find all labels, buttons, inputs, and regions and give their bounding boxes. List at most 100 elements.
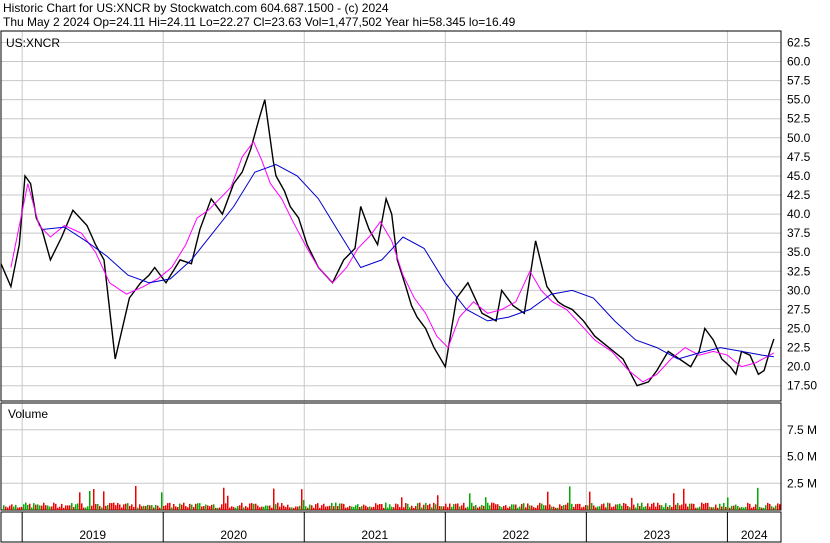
price-tick-label: 25.0 (787, 322, 811, 336)
volume-y-axis: 7.5 M 5.0 M 2.5 M (787, 423, 817, 491)
volume-bar (639, 506, 641, 510)
volume-bar (513, 504, 515, 510)
volume-bar (621, 505, 623, 510)
volume-bar (493, 502, 495, 510)
volume-bar (665, 503, 667, 510)
volume-bar (519, 506, 521, 510)
volume-bar (343, 503, 345, 510)
volume-bar (361, 506, 363, 510)
volume-bar (413, 507, 415, 510)
volume-bar (239, 505, 241, 510)
volume-bar (579, 503, 581, 510)
volume-bar (363, 504, 365, 510)
volume-bar (517, 507, 519, 510)
volume-bar (625, 503, 627, 510)
volume-bar (743, 507, 745, 510)
volume-bar (649, 506, 651, 510)
volume-bar (281, 503, 283, 510)
volume-bar (151, 505, 153, 510)
volume-bar (587, 505, 589, 510)
volume-bar (325, 506, 327, 510)
volume-bar (657, 502, 659, 510)
volume-bar (223, 487, 225, 510)
volume-bar (225, 503, 227, 510)
volume-bar (469, 493, 471, 510)
volume-bar (591, 503, 593, 510)
volume-bar (371, 507, 373, 510)
volume-bar (395, 503, 397, 510)
volume-bar (183, 502, 185, 510)
volume-bar (643, 507, 645, 510)
volume-bar (505, 505, 507, 510)
price-tick-label: 27.5 (787, 302, 811, 316)
price-tick-label: 60.0 (787, 55, 811, 69)
volume-tick-label: 7.5 M (787, 423, 817, 437)
volume-bar (427, 505, 429, 510)
volume-bar (549, 504, 551, 510)
volume-bar (709, 506, 711, 510)
volume-bar (131, 504, 133, 510)
volume-bar (403, 507, 405, 510)
volume-bar (573, 506, 575, 510)
price-tick-label: 55.0 (787, 93, 811, 107)
volume-bar (291, 507, 293, 510)
volume-bar (583, 506, 585, 510)
volume-bar (659, 504, 661, 510)
volume-bar (739, 507, 741, 510)
volume-bar (49, 506, 51, 510)
volume-bar (257, 505, 259, 510)
volume-bar (71, 503, 73, 510)
volume-bar (559, 504, 561, 510)
volume-bar (235, 507, 237, 510)
volume-bar (357, 504, 359, 510)
volume-bar (91, 505, 93, 510)
volume-bar (345, 507, 347, 510)
volume-bar (681, 504, 683, 510)
volume-bar (745, 506, 747, 510)
volume-bar (453, 504, 455, 510)
volume-bar (703, 503, 705, 510)
volume-bar (661, 505, 663, 510)
volume-bar (145, 506, 147, 510)
volume-bar (717, 507, 719, 510)
volume-bar (189, 503, 191, 510)
volume-bar (439, 506, 441, 510)
volume-bar (547, 491, 549, 510)
volume-bar (771, 506, 773, 510)
grid (1, 31, 781, 510)
volume-bar (391, 506, 393, 510)
volume-bar (255, 503, 257, 510)
volume-bar (109, 503, 111, 510)
volume-bar (219, 507, 221, 510)
volume-bar (477, 507, 479, 510)
volume-bar (147, 504, 149, 510)
volume-bar (373, 506, 375, 510)
volume-bar (673, 493, 675, 510)
volume-bar (127, 503, 129, 510)
volume-bar (557, 507, 559, 510)
volume-bar (585, 504, 587, 510)
volume-bar (461, 505, 463, 510)
volume-bar (5, 506, 7, 510)
volume-bar (233, 507, 235, 510)
volume-bar (203, 506, 205, 510)
volume-bar (279, 506, 281, 510)
volume-bar (263, 506, 265, 510)
volume-bar (149, 505, 151, 510)
volume-bar (607, 502, 609, 510)
volume-bar (521, 503, 523, 510)
volume-bar (191, 504, 193, 510)
volume-bar (761, 507, 763, 510)
volume-bar (47, 505, 49, 510)
volume-bar (99, 505, 101, 510)
volume-bar (261, 506, 263, 510)
volume-bar (393, 507, 395, 510)
volume-bar (531, 505, 533, 510)
volume-bar (735, 504, 737, 510)
volume-bar (267, 505, 269, 510)
volume-bar (89, 491, 91, 510)
volume-bar (447, 507, 449, 510)
volume-bar (485, 497, 487, 510)
volume-bar (259, 507, 261, 510)
volume-bar (595, 507, 597, 510)
